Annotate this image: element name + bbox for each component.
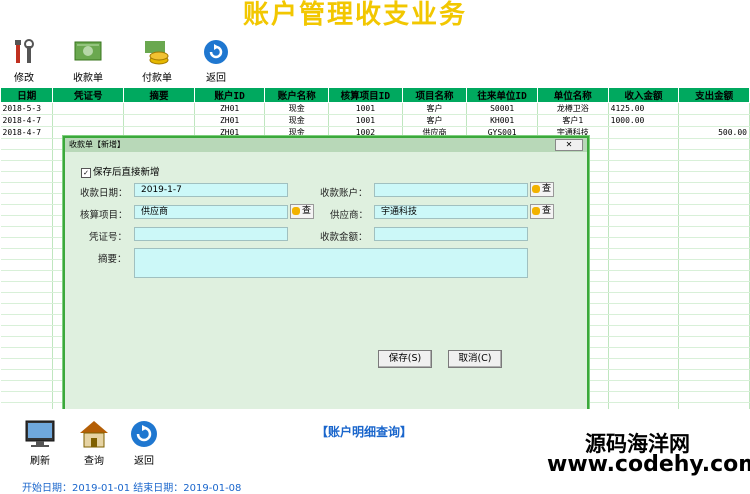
cell-date[interactable]: 2018-5-3 [0, 102, 54, 115]
date-field[interactable]: 2019-1-7 [134, 183, 288, 197]
col-project-id[interactable]: 核算项目ID [328, 88, 403, 103]
date-range-text: 开始日期：2019-01-01 结束日期：2019-01-08 [22, 483, 242, 494]
cell-date[interactable]: 2018-4-7 [0, 114, 54, 127]
col-unit-name[interactable]: 单位名称 [536, 88, 609, 103]
receipt-button-label: 收款单 [73, 73, 103, 84]
dialog-title: 收款单【新增】 [65, 138, 587, 152]
refresh-button-label: 刷新 [30, 456, 50, 467]
cash-bill-icon [74, 41, 102, 61]
cell-income[interactable] [608, 126, 680, 139]
bottom-return-button[interactable]: 返回 [124, 419, 164, 475]
refresh-back-icon [204, 40, 228, 64]
save-new-label: 保存后直接新增 [93, 167, 160, 178]
save-new-checkbox[interactable]: ✓ 保存后直接新增 [81, 164, 160, 178]
amount-label: 收款金额： [320, 232, 368, 243]
dialog-close-button[interactable]: ✕ [555, 139, 583, 151]
cancel-button[interactable]: 取消(C) [448, 350, 502, 368]
col-project-name[interactable]: 项目名称 [401, 88, 468, 103]
cell-project-id[interactable]: 1001 [328, 114, 403, 127]
return-button[interactable]: 返回 [192, 36, 240, 86]
edit-button-label: 修改 [14, 73, 34, 84]
coins-icon [145, 41, 169, 65]
receipt-button[interactable]: 收款单 [64, 36, 112, 86]
cell-project-id[interactable]: 1001 [328, 102, 403, 115]
cell-project-name[interactable]: 客户 [402, 114, 468, 127]
cell-unit-id[interactable]: KH001 [466, 114, 538, 127]
col-voucher[interactable]: 凭证号 [52, 88, 125, 103]
col-date[interactable]: 日期 [0, 88, 54, 103]
cell-project-name[interactable]: 客户 [402, 102, 468, 115]
cell-account-name[interactable]: 现金 [264, 114, 330, 127]
cell-expense[interactable] [678, 114, 750, 127]
watermark-line2: www.codehy.com [547, 452, 750, 477]
memo-field[interactable] [134, 248, 528, 278]
return-button-label: 返回 [206, 73, 226, 84]
col-expense[interactable]: 支出金额 [678, 88, 750, 103]
cell-voucher[interactable] [52, 114, 125, 127]
hand-icon [532, 185, 540, 193]
grid-header-row: 日期 凭证号 摘要 账户ID 账户名称 核算项目ID 项目名称 往来单位ID 单… [0, 88, 750, 103]
cell-income[interactable]: 4125.00 [608, 102, 680, 115]
tools-icon [15, 39, 34, 63]
payment-button-label: 付款单 [142, 73, 172, 84]
col-income[interactable]: 收入金额 [607, 88, 680, 103]
date-label: 收款日期： [80, 188, 128, 199]
account-lookup-button[interactable]: 查 [530, 182, 554, 197]
hand-icon [292, 207, 300, 215]
amount-field[interactable] [374, 227, 528, 241]
bottom-return-button-label: 返回 [134, 456, 154, 467]
col-unit-id[interactable]: 往来单位ID [466, 88, 538, 103]
cell-summary[interactable] [123, 114, 195, 127]
save-button[interactable]: 保存(S) [378, 350, 432, 368]
supplier-lookup-button[interactable]: 查 [530, 204, 554, 219]
refresh-button[interactable]: 刷新 [20, 419, 60, 475]
voucher-field[interactable] [134, 227, 288, 241]
house-icon [80, 421, 108, 448]
hand-icon [532, 207, 540, 215]
cell-account-id[interactable]: ZH01 [194, 102, 266, 115]
project-label: 核算项目： [80, 210, 128, 221]
supplier-field[interactable]: 宇通科技 [374, 205, 528, 219]
edit-button[interactable]: 修改 [0, 36, 48, 86]
cell-account-id[interactable]: ZH01 [194, 114, 266, 127]
memo-label: 摘要： [98, 254, 127, 265]
query-button[interactable]: 查询 [74, 419, 114, 475]
cell-account-name[interactable]: 现金 [264, 102, 330, 115]
cell-unit-name[interactable]: 客户1 [537, 114, 609, 127]
cell-summary[interactable] [123, 102, 195, 115]
account-field[interactable] [374, 183, 528, 197]
cell-expense[interactable]: 500.00 [678, 126, 750, 139]
app-banner: 账户管理收支业务 [0, 0, 750, 36]
table-row[interactable]: 2018-5-3 ZH01 现金 1001 客户 S0001 龙樽卫浴 4125… [0, 102, 750, 115]
cell-expense[interactable] [678, 102, 750, 115]
app-title: 账户管理收支业务 [242, 0, 467, 30]
cell-date[interactable]: 2018-4-7 [0, 126, 54, 139]
query-button-label: 查询 [84, 456, 104, 467]
payment-button[interactable]: 付款单 [133, 36, 181, 86]
cell-voucher[interactable] [52, 102, 125, 115]
project-lookup-button[interactable]: 查 [290, 204, 314, 219]
project-field[interactable]: 供应商 [134, 205, 288, 219]
col-account-id[interactable]: 账户ID [193, 88, 266, 103]
supplier-label: 供应商： [330, 210, 369, 221]
checkbox-checked-icon[interactable]: ✓ [81, 167, 91, 178]
query-panel-title: 【账户明细查询】 [316, 425, 413, 439]
cell-unit-id[interactable]: S0001 [466, 102, 538, 115]
toolbar: 修改 收款单 付款单 返回 [0, 36, 750, 88]
account-label: 收款账户： [320, 188, 368, 199]
cell-unit-name[interactable]: 龙樽卫浴 [537, 102, 609, 115]
refresh-back-icon [131, 421, 157, 447]
col-account-name[interactable]: 账户名称 [264, 88, 330, 103]
col-summary[interactable]: 摘要 [123, 88, 195, 103]
monitor-icon [25, 420, 55, 447]
table-row[interactable]: 2018-4-7 ZH01 现金 1001 客户 KH001 客户1 1000.… [0, 114, 750, 127]
voucher-label: 凭证号： [89, 232, 128, 243]
cell-income[interactable]: 1000.00 [608, 114, 680, 127]
